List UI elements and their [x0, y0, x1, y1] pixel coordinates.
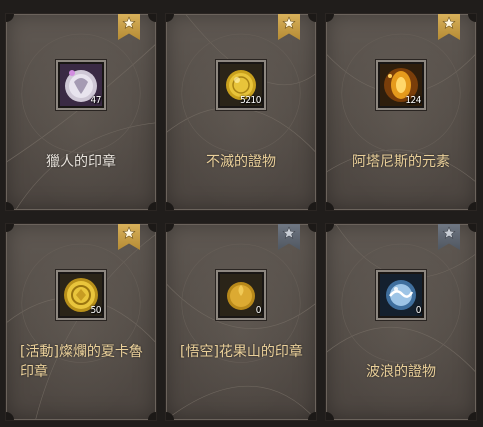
star-icon	[282, 16, 296, 29]
item-card-shakaru-seal[interactable]: 50 [活動]燦爛的夏卡魯印章	[5, 223, 157, 421]
favorite-bookmark[interactable]	[438, 224, 460, 250]
favorite-bookmark[interactable]	[438, 14, 460, 40]
item-card-wave-proof[interactable]: 0 波浪的證物	[325, 223, 477, 421]
star-icon	[122, 226, 136, 239]
item-slot[interactable]: 0	[376, 270, 426, 320]
item-card-wukong-seal[interactable]: 0 [悟空]花果山的印章	[165, 223, 317, 421]
item-name: [活動]燦爛的夏卡魯印章	[20, 344, 143, 380]
item-count: 0	[415, 305, 422, 316]
favorite-bookmark[interactable]	[278, 224, 300, 250]
currency-grid: 47 獵人的印章 5210 不滅的證物 124 阿塔尼斯的元素 50 [活動]燦…	[0, 0, 483, 427]
card-background-pattern	[166, 243, 316, 420]
star-icon	[442, 16, 456, 29]
card-background-pattern	[166, 14, 316, 153]
item-slot[interactable]: 50	[56, 270, 106, 320]
item-card-hunter-seal[interactable]: 47 獵人的印章	[5, 13, 157, 211]
item-name: 波浪的證物	[366, 364, 436, 380]
item-count: 5210	[240, 95, 261, 106]
item-slot[interactable]: 5210	[216, 60, 266, 110]
card-background-pattern	[326, 224, 476, 373]
item-name: [悟空]花果山的印章	[180, 344, 303, 360]
card-background-pattern	[326, 33, 476, 183]
favorite-bookmark[interactable]	[118, 224, 140, 250]
item-slot[interactable]: 0	[216, 270, 266, 320]
star-icon	[442, 226, 456, 239]
item-slot[interactable]: 47	[56, 60, 106, 110]
item-name: 獵人的印章	[46, 154, 116, 170]
star-icon	[122, 16, 136, 29]
favorite-bookmark[interactable]	[278, 14, 300, 40]
card-background-pattern	[6, 233, 156, 420]
item-count: 47	[90, 95, 102, 106]
item-name: 阿塔尼斯的元素	[352, 154, 450, 170]
star-icon	[282, 226, 296, 239]
item-card-atanis-element[interactable]: 124 阿塔尼斯的元素	[325, 13, 477, 211]
item-count: 124	[405, 95, 421, 106]
item-card-immortal-proof[interactable]: 5210 不滅的證物	[165, 13, 317, 211]
item-slot[interactable]: 124	[376, 60, 426, 110]
card-background-pattern	[6, 33, 156, 210]
item-count: 0	[255, 305, 262, 316]
favorite-bookmark[interactable]	[118, 14, 140, 40]
item-name: 不滅的證物	[206, 154, 276, 170]
item-count: 50	[90, 305, 102, 316]
